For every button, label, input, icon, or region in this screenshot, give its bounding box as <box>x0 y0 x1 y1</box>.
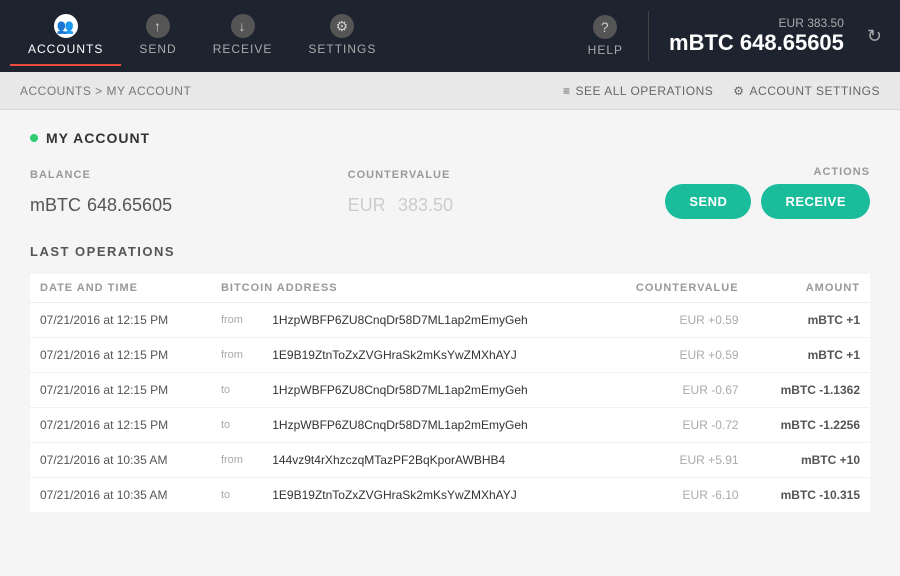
cell-countervalue: EUR +0.59 <box>599 338 749 373</box>
nav-balance-mbtc: mBTC 648.65605 <box>669 30 844 56</box>
top-navigation: 👥 ACCOUNTS ↑ SEND ↓ RECEIVE ⚙ SETTINGS ?… <box>0 0 900 72</box>
nav-accounts-label: ACCOUNTS <box>28 42 103 56</box>
cell-date: 07/21/2016 at 10:35 AM <box>30 478 211 513</box>
cell-countervalue: EUR -0.72 <box>599 408 749 443</box>
balance-value: mBTC 648.65605 <box>30 185 348 219</box>
countervalue-currency: EUR <box>348 195 386 215</box>
cell-direction: to <box>211 478 262 513</box>
cell-countervalue: EUR +5.91 <box>599 443 749 478</box>
cell-date: 07/21/2016 at 10:35 AM <box>30 443 211 478</box>
receive-button[interactable]: RECEIVE <box>761 184 870 219</box>
receive-icon: ↓ <box>231 14 255 38</box>
table-row: 07/21/2016 at 12:15 PM to 1HzpWBFP6ZU8Cn… <box>30 408 870 443</box>
actions-buttons: SEND RECEIVE <box>665 184 870 219</box>
cell-direction: to <box>211 408 262 443</box>
balance-currency: mBTC <box>30 195 81 215</box>
account-settings-link[interactable]: ⚙ ACCOUNT SETTINGS <box>733 84 880 98</box>
table-row: 07/21/2016 at 10:35 AM to 1E9B19ZtnToZxZ… <box>30 478 870 513</box>
cell-countervalue: EUR -0.67 <box>599 373 749 408</box>
countervalue-value: EUR 383.50 <box>348 185 666 219</box>
cell-countervalue: EUR -6.10 <box>599 478 749 513</box>
col-header-date: DATE AND TIME <box>30 274 211 303</box>
nav-item-settings[interactable]: ⚙ SETTINGS <box>290 6 394 66</box>
cell-countervalue: EUR +0.59 <box>599 303 749 338</box>
countervalue-label: COUNTERVALUE <box>348 169 666 181</box>
cell-direction: from <box>211 443 262 478</box>
nav-send-label: SEND <box>139 42 176 56</box>
cell-address: 1E9B19ZtnToZxZVGHraSk2mKsYwZMXhAYJ <box>262 338 598 373</box>
table-row: 07/21/2016 at 12:15 PM to 1HzpWBFP6ZU8Cn… <box>30 373 870 408</box>
cell-amount: mBTC -1.2256 <box>749 408 870 443</box>
cell-address: 1HzpWBFP6ZU8CnqDr58D7ML1ap2mEmyGeh <box>262 408 598 443</box>
send-button[interactable]: SEND <box>665 184 751 219</box>
cell-direction: from <box>211 303 262 338</box>
cell-amount: mBTC +10 <box>749 443 870 478</box>
cell-amount: mBTC -1.1362 <box>749 373 870 408</box>
cell-direction: to <box>211 373 262 408</box>
nav-receive-label: RECEIVE <box>213 42 273 56</box>
account-status-dot <box>30 134 38 142</box>
last-operations-title: LAST OPERATIONS <box>30 244 870 259</box>
nav-balance: EUR 383.50 mBTC 648.65605 <box>654 16 859 56</box>
breadcrumb-bar: ACCOUNTS > MY ACCOUNT ≡ SEE ALL OPERATIO… <box>0 72 900 110</box>
nav-item-receive[interactable]: ↓ RECEIVE <box>195 6 291 66</box>
cell-date: 07/21/2016 at 12:15 PM <box>30 338 211 373</box>
cell-date: 07/21/2016 at 12:15 PM <box>30 408 211 443</box>
countervalue-number: 383.50 <box>398 195 453 215</box>
nav-settings-label: SETTINGS <box>308 42 376 56</box>
main-content: MY ACCOUNT BALANCE mBTC 648.65605 COUNTER… <box>0 110 900 576</box>
cell-address: 1E9B19ZtnToZxZVGHraSk2mKsYwZMXhAYJ <box>262 478 598 513</box>
table-header-row: DATE AND TIME BITCOIN ADDRESS COUNTERVAL… <box>30 274 870 303</box>
balance-label: BALANCE <box>30 169 348 181</box>
list-icon: ≡ <box>563 84 571 98</box>
operations-table: DATE AND TIME BITCOIN ADDRESS COUNTERVAL… <box>30 274 870 512</box>
help-icon: ? <box>593 15 617 39</box>
nav-item-send[interactable]: ↑ SEND <box>121 6 194 66</box>
nav-item-help[interactable]: ? HELP <box>568 7 643 65</box>
cell-amount: mBTC +1 <box>749 338 870 373</box>
nav-divider <box>648 11 649 61</box>
table-row: 07/21/2016 at 10:35 AM from 144vz9t4rXhz… <box>30 443 870 478</box>
refresh-button[interactable]: ↻ <box>859 18 890 55</box>
see-all-operations-link[interactable]: ≡ SEE ALL OPERATIONS <box>563 84 713 98</box>
nav-item-accounts[interactable]: 👥 ACCOUNTS <box>10 6 121 66</box>
breadcrumb: ACCOUNTS > MY ACCOUNT <box>20 84 191 98</box>
breadcrumb-actions: ≡ SEE ALL OPERATIONS ⚙ ACCOUNT SETTINGS <box>563 84 880 98</box>
account-title: MY ACCOUNT <box>46 130 150 146</box>
nav-balance-eur: EUR 383.50 <box>779 16 844 30</box>
cell-date: 07/21/2016 at 12:15 PM <box>30 303 211 338</box>
account-settings-label: ACCOUNT SETTINGS <box>750 84 880 98</box>
cell-date: 07/21/2016 at 12:15 PM <box>30 373 211 408</box>
settings-icon: ⚙ <box>330 14 354 38</box>
see-all-label: SEE ALL OPERATIONS <box>576 84 714 98</box>
balance-number: 648.65605 <box>87 195 172 215</box>
actions-label: ACTIONS <box>814 166 871 178</box>
cell-address: 144vz9t4rXhzczqMTazPF2BqKporAWBHB4 <box>262 443 598 478</box>
send-icon: ↑ <box>146 14 170 38</box>
balance-section: BALANCE mBTC 648.65605 COUNTERVALUE EUR 3… <box>30 166 870 219</box>
nav-help-label: HELP <box>588 43 623 57</box>
cell-amount: mBTC +1 <box>749 303 870 338</box>
balance-col: BALANCE mBTC 648.65605 <box>30 169 348 219</box>
countervalue-col: COUNTERVALUE EUR 383.50 <box>348 169 666 219</box>
accounts-icon: 👥 <box>54 14 78 38</box>
col-header-amount: AMOUNT <box>749 274 870 303</box>
table-row: 07/21/2016 at 12:15 PM from 1E9B19ZtnToZ… <box>30 338 870 373</box>
table-row: 07/21/2016 at 12:15 PM from 1HzpWBFP6ZU8… <box>30 303 870 338</box>
col-header-address: BITCOIN ADDRESS <box>211 274 599 303</box>
cell-direction: from <box>211 338 262 373</box>
actions-col: ACTIONS SEND RECEIVE <box>665 166 870 219</box>
account-header: MY ACCOUNT <box>30 130 870 146</box>
gear-icon: ⚙ <box>733 84 744 98</box>
cell-address: 1HzpWBFP6ZU8CnqDr58D7ML1ap2mEmyGeh <box>262 373 598 408</box>
col-header-countervalue: COUNTERVALUE <box>599 274 749 303</box>
cell-amount: mBTC -10.315 <box>749 478 870 513</box>
cell-address: 1HzpWBFP6ZU8CnqDr58D7ML1ap2mEmyGeh <box>262 303 598 338</box>
